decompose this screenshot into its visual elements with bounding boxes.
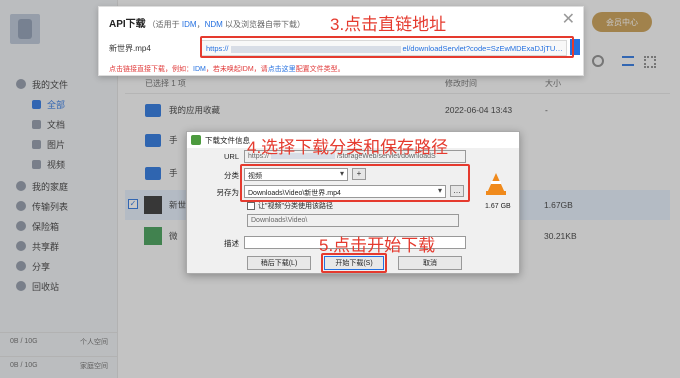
- api-dialog-title: API下载 （适用于 IDM，NDM 以及浏览器自带下载）: [109, 19, 306, 30]
- api-tip-text: 点击链接直接下载，例如：IDM，若未唤起IDM，请点击这里配置文件类型。: [109, 66, 345, 73]
- close-icon[interactable]: ✕: [562, 9, 575, 29]
- file-size: 1.67 GB: [485, 203, 511, 210]
- category-path-field: Downloads\Video\: [247, 214, 459, 227]
- highlight-category-path: [240, 164, 470, 202]
- step5-label: 5.点击开始下载: [319, 236, 436, 255]
- cancel-button[interactable]: 取消: [398, 256, 462, 270]
- remember-path-checkbox[interactable]: [247, 202, 255, 210]
- step4-label: 4.选择下载分类和保存路径: [247, 138, 449, 157]
- highlight-direct-link: [200, 36, 574, 58]
- highlight-start-button: [321, 253, 387, 273]
- api-filename: 新世界.mp4: [109, 44, 151, 53]
- download-later-button[interactable]: 稍后下载(L): [247, 256, 311, 270]
- category-label: 分类: [224, 171, 239, 180]
- url-label: URL: [223, 152, 239, 161]
- config-link[interactable]: 点击这里: [268, 66, 296, 73]
- description-label: 描述: [224, 239, 239, 248]
- save-as-label: 另存为: [216, 188, 240, 197]
- idm-app-icon: [191, 135, 201, 145]
- remember-path-label: 让"视频"分类使用该路径: [258, 203, 333, 210]
- step3-label: 3.点击直链地址: [330, 15, 447, 34]
- vlc-file-icon-stripe: [491, 181, 501, 184]
